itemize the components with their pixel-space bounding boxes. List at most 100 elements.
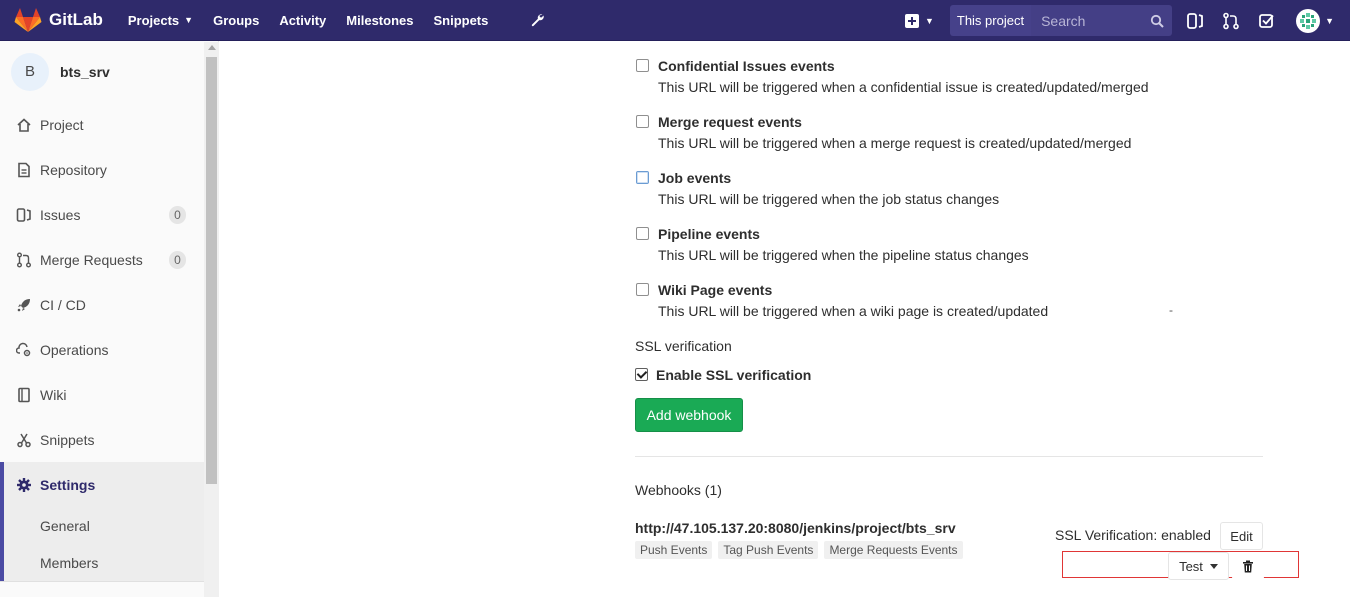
trigger-label[interactable]: Pipeline events <box>658 226 760 242</box>
plus-square-icon <box>904 13 919 28</box>
sidebar-subitem-general[interactable]: General <box>0 507 218 544</box>
webhook-ssl-status: SSL Verification: enabled <box>1055 527 1211 543</box>
event-tag: Push Events <box>635 541 713 559</box>
sidebar-item-label: Operations <box>40 341 109 358</box>
sidebar-scrollbar[interactable] <box>204 42 219 597</box>
wrench-icon[interactable] <box>529 12 545 28</box>
issues-count-badge: 0 <box>169 206 186 224</box>
sidebar-item-wiki[interactable]: Wiki <box>0 372 218 417</box>
sidebar-item-snippets[interactable]: Snippets <box>0 417 218 462</box>
sidebar-item-operations[interactable]: Operations <box>0 327 218 372</box>
sidebar-item-issues[interactable]: Issues 0 <box>0 192 218 237</box>
issues-icon[interactable] <box>1186 12 1204 30</box>
nav-groups[interactable]: Groups <box>213 13 259 28</box>
gear-icon <box>17 477 31 492</box>
sidebar-item-label: Project <box>40 116 84 133</box>
rocket-icon <box>17 298 30 311</box>
chevron-down-icon: ▼ <box>1325 15 1334 26</box>
gitlab-home-link[interactable]: GitLab <box>14 7 103 33</box>
book-icon <box>18 387 30 402</box>
test-webhook-dropdown[interactable]: Test <box>1168 552 1229 580</box>
trigger-help-text: This URL will be triggered when the pipe… <box>658 247 1029 263</box>
nav-projects-label: Projects <box>127 12 180 28</box>
ssl-verification-heading: SSL verification <box>635 338 732 354</box>
chevron-down-icon: ▼ <box>184 15 194 25</box>
nav-projects[interactable]: Projects ▼ <box>128 13 193 28</box>
webhook-event-tags: Push Events Tag Push Events Merge Reques… <box>635 541 969 559</box>
trigger-help-text: This URL will be triggered when a confid… <box>658 79 1149 95</box>
edit-webhook-button[interactable]: Edit <box>1220 522 1263 550</box>
sidebar-item-merge-requests[interactable]: Merge Requests 0 <box>0 237 218 282</box>
brand-name: GitLab <box>49 10 103 29</box>
merge-request-events-checkbox[interactable] <box>636 115 649 128</box>
project-name: bts_srv <box>60 63 110 80</box>
scissors-icon <box>17 433 31 447</box>
sidebar-item-settings[interactable]: Settings <box>0 462 218 507</box>
trigger-help-text: This URL will be triggered when the job … <box>658 191 1000 207</box>
confidential-issues-checkbox[interactable] <box>636 59 649 72</box>
merge-request-icon[interactable] <box>1222 12 1240 30</box>
sidebar-subitem-members[interactable]: Members <box>0 544 218 581</box>
sidebar-item-label: Issues <box>40 206 81 223</box>
merge-request-icon <box>17 252 31 267</box>
search-scope-badge: This project <box>949 5 1032 36</box>
test-label: Test <box>1179 558 1203 574</box>
sidebar-item-project[interactable]: Project <box>0 102 218 147</box>
event-tag: Tag Push Events <box>718 541 819 559</box>
doc-icon <box>18 162 30 177</box>
sidebar-project-header[interactable]: B bts_srv <box>0 41 218 102</box>
project-sidebar: B bts_srv Project Repository Issues 0 Me… <box>0 41 219 597</box>
trigger-label[interactable]: Job events <box>658 170 731 186</box>
merge-requests-count-badge: 0 <box>169 251 186 269</box>
trigger-label[interactable]: Merge request events <box>658 114 802 130</box>
trigger-help-text: This URL will be triggered when a merge … <box>658 135 1132 151</box>
chevron-down-icon: ▼ <box>924 15 934 26</box>
search-bar: This project <box>949 5 1186 36</box>
sidebar-item-label: Snippets <box>40 431 95 448</box>
todo-checkbox-icon[interactable] <box>1258 12 1276 30</box>
issues-icon <box>16 207 31 222</box>
trigger-label[interactable]: Wiki Page events <box>658 282 772 298</box>
trigger-help-text: This URL will be triggered when a wiki p… <box>658 303 1049 319</box>
sidebar-item-label: CI / CD <box>40 296 86 313</box>
event-tag: Merge Requests Events <box>824 541 963 559</box>
job-events-checkbox[interactable] <box>636 171 649 184</box>
identicon-icon <box>1300 12 1317 29</box>
cloud-gear-icon <box>16 342 31 356</box>
new-dropdown-button[interactable]: ▼ <box>904 13 934 28</box>
enable-ssl-label[interactable]: Enable SSL verification <box>656 367 811 383</box>
webhook-url: http://47.105.137.20:8080/jenkins/projec… <box>635 520 956 536</box>
add-webhook-button[interactable]: Add webhook <box>635 398 743 432</box>
project-avatar: B <box>11 52 49 91</box>
user-menu[interactable]: ▼ <box>1296 8 1334 33</box>
pipeline-events-checkbox[interactable] <box>636 227 649 240</box>
enable-ssl-checkbox[interactable] <box>635 368 648 381</box>
sidebar-item-ci-cd[interactable]: CI / CD <box>0 282 218 327</box>
user-avatar <box>1296 8 1321 33</box>
nav-snippets[interactable]: Snippets <box>433 13 488 28</box>
main-content: Confidential Issues events This URL will… <box>220 41 1350 597</box>
stray-mark: - <box>1169 303 1173 317</box>
sidebar-item-label: Settings <box>40 476 96 493</box>
gitlab-logo-icon <box>14 8 42 32</box>
nav-activity[interactable]: Activity <box>279 13 326 28</box>
wiki-page-events-checkbox[interactable] <box>636 283 649 296</box>
sidebar-divider <box>0 581 218 597</box>
delete-webhook-button[interactable] <box>1232 552 1264 580</box>
trigger-label[interactable]: Confidential Issues events <box>658 58 835 74</box>
webhooks-heading: Webhooks (1) <box>635 482 722 498</box>
scroll-up-arrow-icon[interactable] <box>208 45 216 50</box>
scrollbar-thumb[interactable] <box>206 57 217 484</box>
search-icon <box>1150 14 1164 28</box>
settings-submenu: General Members <box>0 507 218 581</box>
nav-milestones[interactable]: Milestones <box>346 13 413 28</box>
trash-icon <box>1243 560 1253 572</box>
section-divider <box>635 456 1263 457</box>
sidebar-item-label: Repository <box>40 161 107 178</box>
sidebar-item-label: Merge Requests <box>40 251 143 268</box>
sidebar-item-label: Wiki <box>40 386 67 403</box>
home-icon <box>17 117 31 132</box>
top-navbar: GitLab Projects ▼ Groups Activity Milest… <box>0 0 1350 41</box>
sidebar-item-repository[interactable]: Repository <box>0 147 218 192</box>
caret-down-icon <box>1209 563 1218 569</box>
